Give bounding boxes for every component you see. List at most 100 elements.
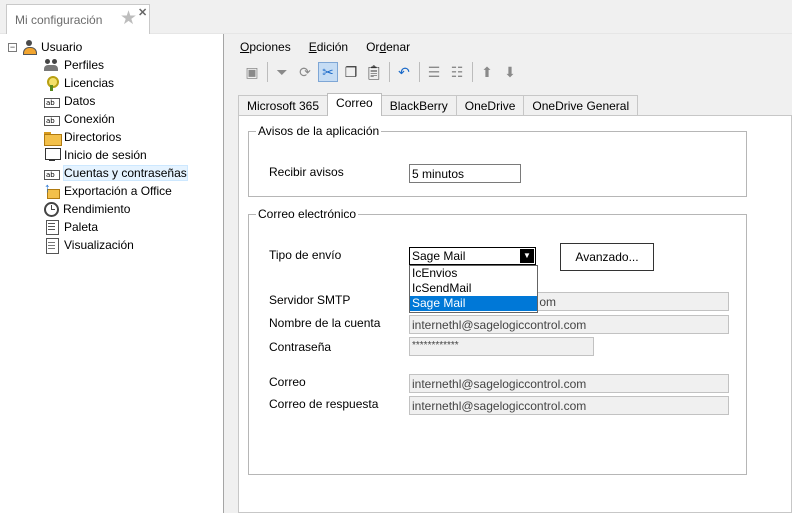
menu-label: dición [316,40,349,54]
settings-panel: Opciones Edición Ordenar ▣ ⏷ ⟳ ✂ ❐ 📋︎ ↶ … [230,34,792,513]
nombre-cuenta-input[interactable]: internethl@sagelogiccontrol.com [409,315,729,334]
menu-hotkey: E [308,40,317,54]
toolbar-separator [389,62,390,82]
arrow-up-icon[interactable]: ⬆ [477,62,497,82]
tree-item-label: Rendimiento [63,202,131,216]
menu-label: enar [386,40,411,54]
tree-item-label: Inicio de sesión [64,148,147,162]
refresh-icon[interactable]: ⟳ [295,62,315,82]
avanzado-button[interactable]: Avanzado... [560,243,654,271]
tree-item-label: Licencias [64,76,115,90]
menu-label: pciones [249,40,291,54]
tree-item-directorios[interactable]: Directorios [44,128,121,146]
tab-strip: Microsoft 365 Correo BlackBerry OneDrive… [238,93,639,116]
tab-onedrive-general[interactable]: OneDrive General [523,95,639,115]
tipo-envio-dropdown-list: IcEnvios IcSendMail Sage Mail [409,265,538,313]
recibir-avisos-input[interactable]: 5 minutos [409,164,521,183]
filter-icon[interactable]: ⏷ [272,62,292,82]
tree-root-label: Usuario [41,40,83,54]
collapse-icon[interactable]: − [8,42,17,52]
palette-icon [44,219,60,235]
users-icon [44,57,60,73]
text-field-icon: ab [44,169,60,180]
undo-icon[interactable]: ↶ [394,62,414,82]
clock-icon [44,201,59,217]
menu-ordenar[interactable]: Ordenar [366,40,410,58]
nombre-cuenta-label: Nombre de la cuenta [269,316,381,330]
copy-icon[interactable]: ❐ [341,62,361,82]
tab-correo[interactable]: Correo [327,93,382,116]
dropdown-option-icsendmail[interactable]: IcSendMail [410,281,537,296]
cut-icon[interactable]: ✂ [318,62,338,82]
toolbar-separator [472,62,473,82]
tree-item-exportacion-office[interactable]: Exportación a Office [44,180,172,200]
tree-item-paleta[interactable]: Paleta [44,218,98,236]
correo-respuesta-label: Correo de respuesta [269,397,379,411]
correo-respuesta-input[interactable]: internethl@sagelogiccontrol.com [409,396,729,415]
menu-opciones[interactable]: Opciones [240,40,291,58]
tree-item-conexion[interactable]: ab Conexión [44,110,115,128]
tree-item-label: Perfiles [64,58,105,72]
monitor-icon [44,147,61,163]
align-right-icon[interactable]: ☷ [447,62,467,82]
toolbar: ▣ ⏷ ⟳ ✂ ❐ 📋︎ ↶ ☰ ☷ ⬆ ⬇ [242,60,523,84]
settings-tree: − Usuario Perfiles Licencias ab Datos ab… [0,34,224,513]
align-left-icon[interactable]: ☰ [424,62,444,82]
menu-hotkey: O [240,40,250,54]
arrow-down-icon[interactable]: ⬇ [500,62,520,82]
tree-item-licencias[interactable]: Licencias [44,74,114,92]
key-icon [44,75,60,91]
tree-item-label: Directorios [64,130,122,144]
toolbar-separator [419,62,420,82]
document-tab[interactable]: Mi configuración ★ ✕ [6,4,150,35]
contrasena-label: Contraseña [269,340,332,354]
tree-item-visualizacion[interactable]: Visualización [44,236,134,254]
tree-root-usuario[interactable]: − Usuario [8,38,82,56]
tipo-envio-select[interactable]: Sage Mail ▼ [409,247,536,265]
correo-input[interactable]: internethl@sagelogiccontrol.com [409,374,729,393]
correo-group-legend: Correo electrónico [256,207,359,221]
tree-item-datos[interactable]: ab Datos [44,92,95,110]
recibir-avisos-label: Recibir avisos [269,165,344,179]
folder-icon [44,129,62,146]
text-field-icon: ab [44,97,60,108]
correo-electronico-group: Correo electrónico Tipo de envío Sage Ma… [248,207,747,475]
tipo-envio-label: Tipo de envío [269,248,342,262]
dropdown-arrow-icon[interactable]: ▼ [520,249,534,263]
menu-bar: Opciones Edición Ordenar [230,40,418,58]
menu-label: Or [366,40,380,54]
dropdown-option-sage-mail[interactable]: Sage Mail [410,296,537,311]
tree-item-label: Cuentas y contraseñas [63,165,188,181]
tree-item-perfiles[interactable]: Perfiles [44,56,104,74]
avisos-group-legend: Avisos de la aplicación [256,124,382,138]
tree-item-cuentas-contrasenas[interactable]: ab Cuentas y contraseñas [44,164,188,182]
tab-blackberry[interactable]: BlackBerry [380,95,457,115]
paste-icon[interactable]: 📋︎ [364,62,384,82]
avisos-group: Avisos de la aplicación Recibir avisos 5… [248,124,747,197]
correo-tab-content: Avisos de la aplicación Recibir avisos 5… [238,115,792,513]
dropdown-option-icenvios[interactable]: IcEnvios [410,266,537,281]
user-icon [21,39,37,55]
document-tab-strip: Mi configuración ★ ✕ [0,0,792,35]
tree-item-label: Visualización [64,238,134,252]
contrasena-input[interactable]: ************ [409,337,594,356]
tab-onedrive[interactable]: OneDrive [455,95,525,115]
correo-label: Correo [269,375,306,389]
text-field-icon: ab [44,115,60,126]
tree-item-label: Datos [64,94,96,108]
favorite-star-icon[interactable]: ★ [120,9,137,29]
save-icon[interactable]: ▣ [242,62,262,82]
menu-edicion[interactable]: Edición [309,40,348,58]
tipo-envio-value: Sage Mail [412,249,466,263]
export-icon [44,180,60,199]
tree-item-label: Exportación a Office [64,184,172,198]
close-icon[interactable]: ✕ [138,6,147,19]
document-icon [44,237,60,254]
tab-microsoft-365[interactable]: Microsoft 365 [238,95,329,115]
toolbar-separator [267,62,268,82]
servidor-smtp-label: Servidor SMTP [269,293,351,307]
document-tab-title: Mi configuración [15,13,103,27]
tree-item-rendimiento[interactable]: Rendimiento [44,200,130,218]
tree-item-label: Conexión [64,112,115,126]
tree-item-inicio-sesion[interactable]: Inicio de sesión [44,146,147,164]
